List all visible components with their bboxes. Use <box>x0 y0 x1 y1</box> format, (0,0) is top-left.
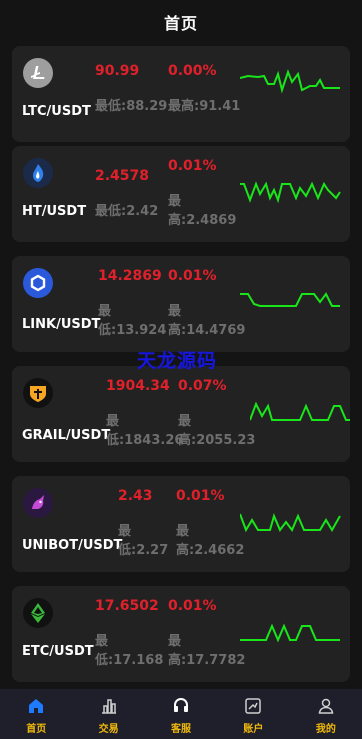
low-price: 最低:17.168 <box>95 634 164 668</box>
high-price: 最高:2.4869 <box>168 194 237 228</box>
grail-icon <box>23 378 53 408</box>
price-value: 17.6502 <box>95 598 159 614</box>
profile-icon <box>318 698 334 714</box>
price-value: 90.99 <box>95 63 140 79</box>
sparkline-chart <box>240 181 341 204</box>
home-icon <box>29 699 44 713</box>
bottom-tab-bar: 首页 交易 客服 账户 我的 <box>0 689 362 739</box>
price-value: 14.2869 <box>98 268 162 284</box>
change-percent: 0.00% <box>168 63 217 79</box>
sparkline-chart <box>240 513 341 533</box>
page-title: 首页 <box>163 14 198 33</box>
tab-label: 交易 <box>98 724 119 735</box>
low-price: 最低:2.27 <box>118 524 169 558</box>
headset-icon <box>174 698 189 712</box>
price-value: 1904.34 <box>106 378 170 394</box>
market-card-etc[interactable]: 17.6502 0.01% ETC/USDT 最低:17.168 最高:17.7… <box>12 586 350 682</box>
trading-pair-label: GRAIL/USDT <box>22 428 111 443</box>
price-value: 2.43 <box>118 488 153 504</box>
huobi-token-icon <box>23 158 53 188</box>
ethereum-classic-icon <box>23 598 53 628</box>
sparkline-chart <box>240 292 340 307</box>
tab-service[interactable]: 客服 <box>145 689 217 739</box>
trading-pair-label: UNIBOT/USDT <box>22 538 123 553</box>
watermark-text: 天龙源码 <box>137 350 218 372</box>
change-percent: 0.01% <box>176 488 225 504</box>
high-price: 最高:17.7782 <box>168 634 246 668</box>
market-card-ltc[interactable]: 90.99 0.00% LTC/USDT 最低:88.29 最高:91.41 <box>12 46 350 142</box>
change-percent: 0.01% <box>168 268 217 284</box>
trading-pair-label: ETC/USDT <box>22 644 94 659</box>
tab-label: 我的 <box>315 724 336 735</box>
market-card-link[interactable]: 14.2869 0.01% LINK/USDT 最低:13.924 最高:14.… <box>12 256 350 352</box>
litecoin-icon <box>23 58 53 88</box>
change-percent: 0.01% <box>168 158 217 174</box>
price-value: 2.4578 <box>95 168 150 184</box>
market-card-ht[interactable]: 2.4578 0.01% HT/USDT 最低:2.42 最高:2.4869 <box>12 146 350 242</box>
tab-account[interactable]: 账户 <box>217 689 289 739</box>
sparkline-chart <box>250 402 350 421</box>
trading-pair-label: LINK/USDT <box>22 317 101 332</box>
top-header: 首页 <box>0 0 362 44</box>
tab-profile[interactable]: 我的 <box>290 689 362 739</box>
sparkline-chart <box>240 69 340 94</box>
change-percent: 0.07% <box>178 378 227 394</box>
change-percent: 0.01% <box>168 598 217 614</box>
account-icon <box>245 698 262 714</box>
trading-pair-label: LTC/USDT <box>22 104 91 119</box>
high-price: 最高:14.4769 <box>168 304 246 338</box>
tab-label: 账户 <box>243 724 264 735</box>
chart-bars-icon <box>101 699 116 714</box>
trading-pair-label: HT/USDT <box>22 204 87 219</box>
tab-label: 首页 <box>26 724 47 735</box>
unibot-icon <box>23 488 53 518</box>
low-price: 最低:1843.26 <box>106 414 184 448</box>
market-card-grail[interactable]: 1904.34 0.07% GRAIL/USDT 最低:1843.26 最高:2… <box>12 366 350 462</box>
low-price: 最低:88.29 <box>95 99 168 114</box>
sparkline-chart <box>240 623 340 643</box>
tab-trade[interactable]: 交易 <box>72 689 144 739</box>
tab-label: 客服 <box>171 724 192 735</box>
market-card-unibot[interactable]: 2.43 0.01% UNIBOT/USDT 最低:2.27 最高:2.4662 <box>12 476 350 572</box>
low-price: 最低:2.42 <box>95 204 159 219</box>
tab-home[interactable]: 首页 <box>0 689 72 739</box>
chainlink-icon <box>23 268 53 298</box>
high-price: 最高:91.41 <box>168 99 241 114</box>
low-price: 最低:13.924 <box>98 304 167 338</box>
